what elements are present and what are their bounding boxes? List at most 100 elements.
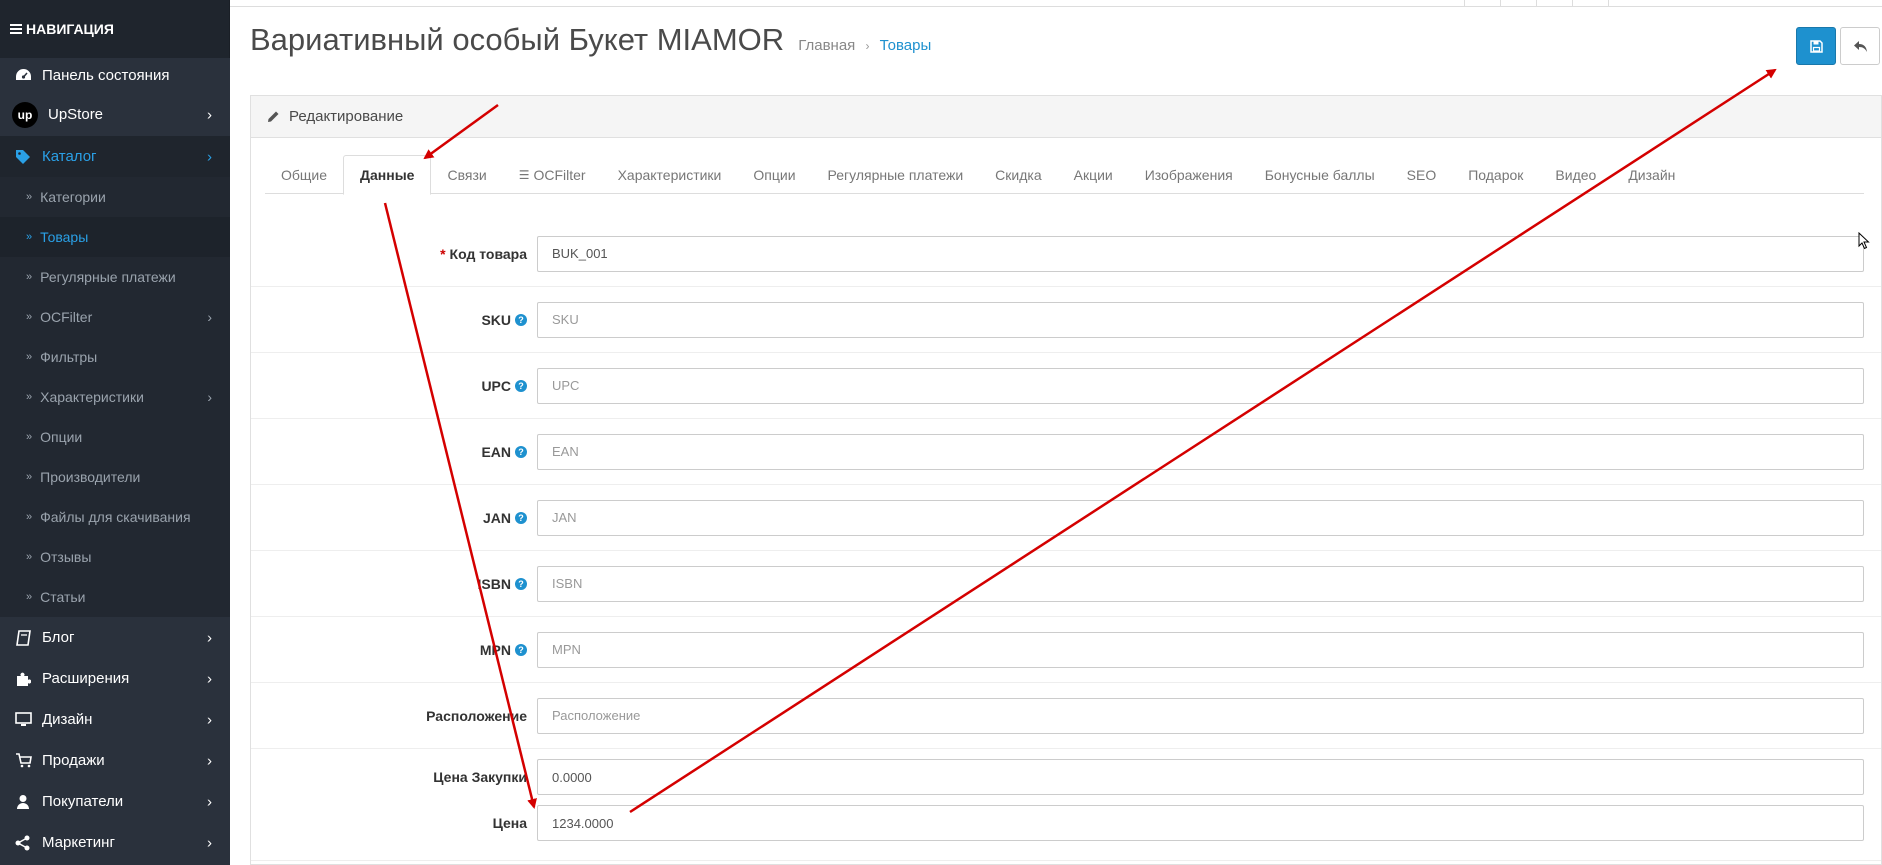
label-text: UPC [481,377,511,394]
sidebar-item-sales[interactable]: Продажи › [0,740,230,781]
price-input[interactable] [537,805,1864,841]
label-text: JAN [482,509,511,526]
price-label: Цена [493,815,527,831]
sidebar-item-label: Покупатели [42,793,124,810]
sidebar-item-label: Дизайн [42,711,93,728]
tab-special[interactable]: Акции [1058,155,1129,194]
form-row-isbn: ISBN? [251,551,1881,617]
label-text: EAN [481,443,511,460]
sidebar-subitem-ocfilter[interactable]: » OCFilter › [0,297,230,337]
reply-icon [1853,40,1867,52]
sidebar-subitem-label: Товары [40,229,89,245]
sidebar-subitem-label: Фильтры [40,349,98,365]
sku-label: SKU? [481,312,527,328]
sidebar-subitem-reviews[interactable]: » Отзывы [0,537,230,577]
sidebar-item-label: Продажи [42,752,105,769]
upc-label: UPC? [481,378,527,394]
book-icon [14,629,32,647]
chevron-right-icon: › [207,834,212,851]
sidebar-item-upstore[interactable]: up UpStore › [0,93,230,136]
model-label: * Код товара [440,246,527,262]
jan-label: JAN? [483,510,527,526]
nav-header[interactable]: НАВИГАЦИЯ [0,0,230,58]
location-input[interactable] [537,697,1864,734]
breadcrumb-home[interactable]: Главная [798,37,855,54]
double-chevron-icon: » [26,231,33,243]
form-row-ean: EAN? [251,419,1881,485]
help-icon[interactable]: ? [515,313,527,326]
sku-input[interactable] [537,301,1864,338]
sidebar-subitem-recurring[interactable]: » Регулярные платежи [0,257,230,297]
help-icon[interactable]: ? [515,577,527,590]
tab-data[interactable]: Данные [343,155,432,195]
label-text: Расположение [426,707,527,724]
shopping-cart-icon [14,752,32,770]
sidebar-item-label: UpStore [48,106,104,123]
sidebar-item-label: Расширения [42,670,130,687]
floppy-disk-icon [1809,39,1823,53]
sidebar-subitem-attributes[interactable]: » Характеристики › [0,377,230,417]
help-icon[interactable]: ? [515,379,527,392]
tab-attributes[interactable]: Характеристики [602,155,738,194]
sidebar-subitem-label: Регулярные платежи [40,269,176,285]
label-text: ISBN [477,575,511,592]
tab-ocfilter[interactable]: ☰ OCFilter [503,155,602,194]
tab-gift[interactable]: Подарок [1452,155,1539,194]
tab-general[interactable]: Общие [265,155,343,194]
form-row-location: Расположение [251,683,1881,749]
tab-bar: Общие Данные Связи ☰ OCFilter Характерист… [265,155,1864,195]
purchase-price-input[interactable] [537,759,1864,795]
double-chevron-icon: » [26,351,33,363]
double-chevron-icon: » [26,311,33,323]
sidebar-subitem-articles[interactable]: » Статьи [0,577,230,617]
tab-options[interactable]: Опции [737,155,811,194]
tab-discount[interactable]: Скидка [979,155,1057,194]
sidebar-item-marketing[interactable]: Маркетинг › [0,822,230,863]
sidebar-item-blog[interactable]: Блог › [0,617,230,658]
sidebar-subitem-filters[interactable]: » Фильтры [0,337,230,377]
sidebar-item-dashboard[interactable]: Панель состояния [0,58,230,93]
back-button[interactable] [1840,27,1880,65]
label-text: Код товара [449,245,527,262]
catalog-submenu: » Категории » Товары » Регулярные платежи »… [0,177,230,617]
form-row-upc: UPC? [251,353,1881,419]
jan-input[interactable] [537,499,1864,536]
menu-burger-icon[interactable] [10,22,22,36]
sidebar-subitem-categories[interactable]: » Категории [0,177,230,217]
tab-recurring[interactable]: Регулярные платежи [812,155,980,194]
sidebar-subitem-manufacturers[interactable]: » Производители [0,457,230,497]
sidebar-subitem-options[interactable]: » Опции [0,417,230,457]
tab-design[interactable]: Дизайн [1612,155,1691,194]
pencil-icon [267,110,280,123]
help-icon[interactable]: ? [515,445,527,458]
sidebar-item-label: Блог [42,629,75,646]
tab-links[interactable]: Связи [431,155,502,194]
sidebar-item-extensions[interactable]: Расширения › [0,658,230,699]
breadcrumb: Главная › Товары [798,37,931,54]
tab-seo[interactable]: SEO [1391,155,1453,194]
chevron-right-icon: › [207,148,212,165]
double-chevron-icon: » [26,511,33,523]
tab-images[interactable]: Изображения [1129,155,1249,194]
model-input[interactable] [537,235,1864,272]
sidebar-item-design[interactable]: Дизайн › [0,699,230,740]
breadcrumb-products[interactable]: Товары [880,37,932,54]
tab-video[interactable]: Видео [1539,155,1612,194]
ean-input[interactable] [537,433,1864,470]
help-icon[interactable]: ? [515,511,527,524]
sidebar-item-catalog[interactable]: Каталог › [0,136,230,177]
mpn-label: MPN? [480,642,527,658]
sidebar-subitem-products[interactable]: » Товары [0,217,230,257]
label-text: SKU [481,311,511,328]
mouse-cursor-icon [1858,232,1870,250]
sidebar-item-customers[interactable]: Покупатели › [0,781,230,822]
sidebar-subitem-label: OCFilter [40,309,93,325]
label-text: Цена [492,815,527,831]
isbn-input[interactable] [537,565,1864,602]
help-icon[interactable]: ? [515,643,527,656]
save-button[interactable] [1796,27,1836,65]
sidebar-subitem-downloads[interactable]: » Файлы для скачивания [0,497,230,537]
tab-reward-points[interactable]: Бонусные баллы [1249,155,1391,194]
mpn-input[interactable] [537,631,1864,668]
upc-input[interactable] [537,367,1864,404]
